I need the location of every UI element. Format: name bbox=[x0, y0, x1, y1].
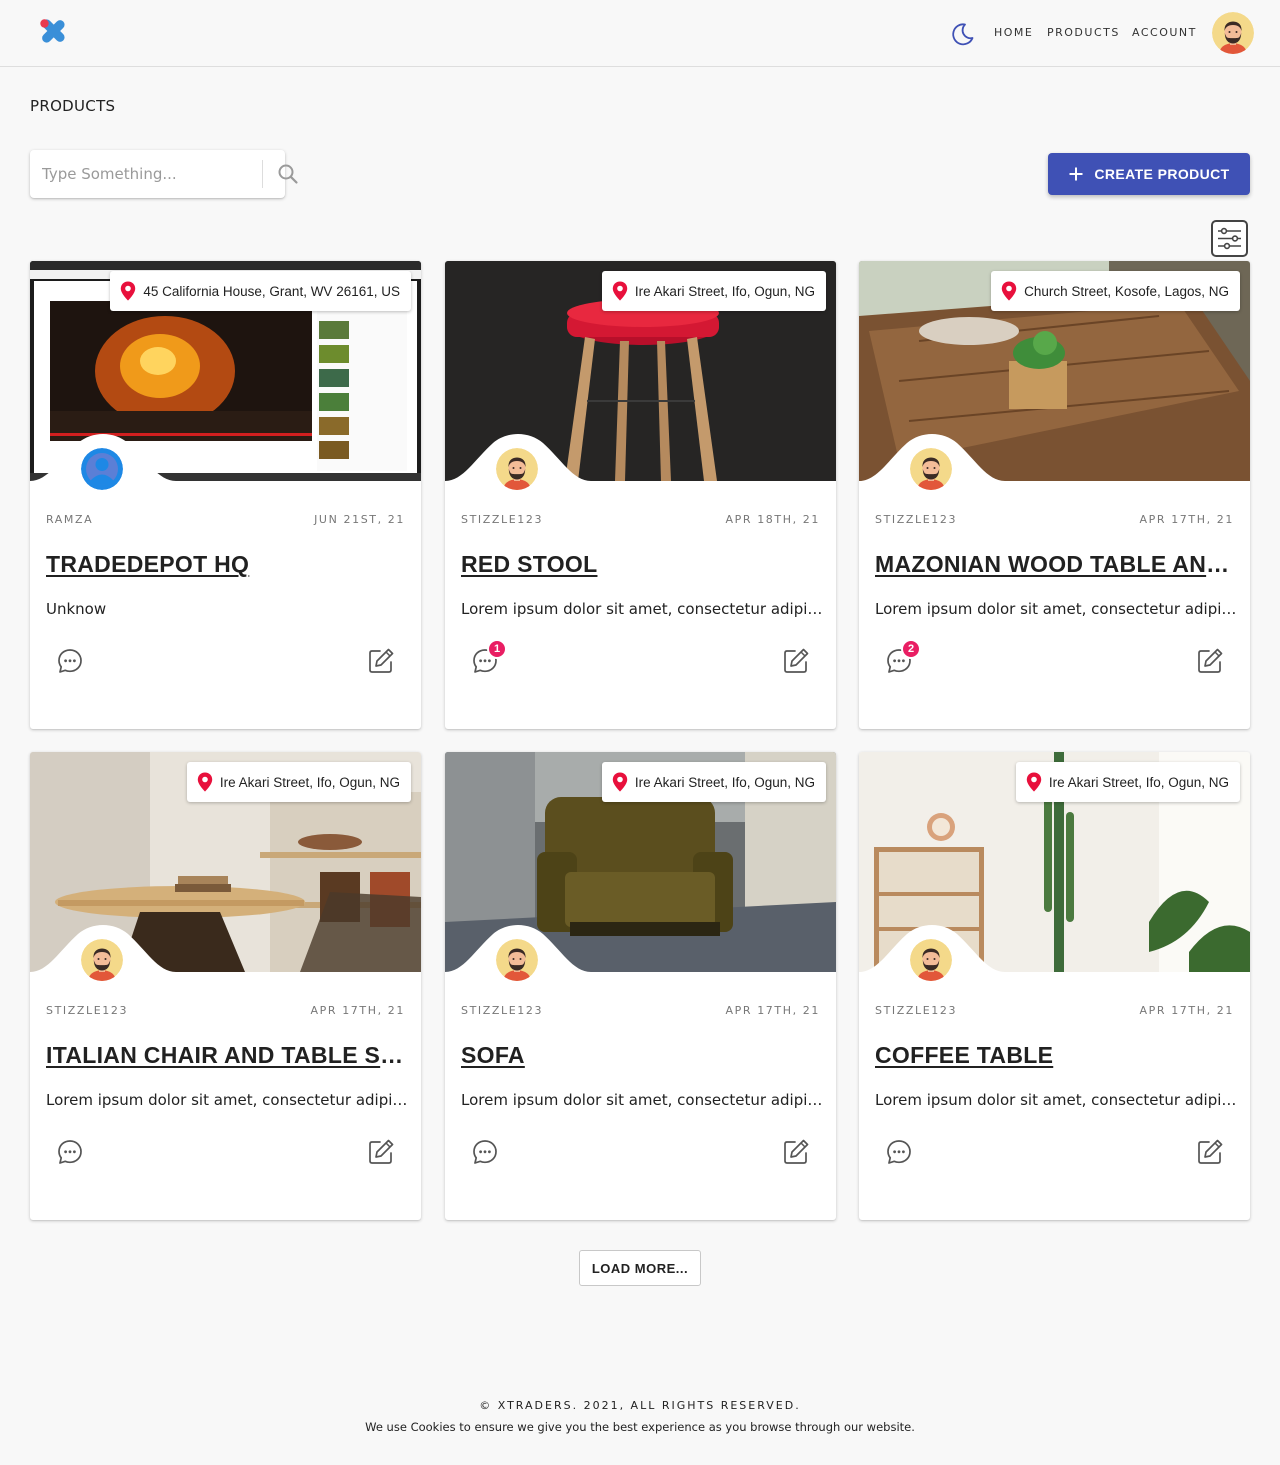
search-icon[interactable] bbox=[276, 162, 300, 186]
user-avatar[interactable] bbox=[1212, 12, 1254, 54]
location-text: Ire Akari Street, Ifo, Ogun, NG bbox=[634, 774, 815, 790]
author-name: RAMZA bbox=[46, 513, 94, 526]
author-name: STIZZLE123 bbox=[461, 513, 544, 526]
nav-products-link[interactable]: PRODUCTS bbox=[1047, 26, 1120, 39]
x-logo-icon[interactable] bbox=[38, 18, 68, 44]
edit-icon[interactable] bbox=[365, 1136, 397, 1168]
product-card: Ire Akari Street, Ifo, Ogun, NG STIZZLE1… bbox=[30, 752, 421, 1220]
nav-home-link[interactable]: HOME bbox=[994, 26, 1033, 39]
location-chip[interactable]: 45 California House, Grant, WV 26161, US bbox=[110, 271, 411, 311]
avatar-icon bbox=[910, 448, 952, 490]
post-date: APR 17TH, 21 bbox=[310, 1004, 405, 1017]
product-card: Ire Akari Street, Ifo, Ogun, NG STIZZLE1… bbox=[445, 261, 836, 729]
product-image[interactable]: Ire Akari Street, Ifo, Ogun, NG bbox=[859, 752, 1250, 972]
product-image[interactable]: Church Street, Kosofe, Lagos, NG bbox=[859, 261, 1250, 481]
edit-icon[interactable] bbox=[1194, 1136, 1226, 1168]
map-pin-icon bbox=[1026, 772, 1042, 792]
product-image[interactable]: Ire Akari Street, Ifo, Ogun, NG bbox=[445, 752, 836, 972]
product-image[interactable]: 45 California House, Grant, WV 26161, US bbox=[30, 261, 421, 481]
nav-account-link[interactable]: ACCOUNT bbox=[1132, 26, 1197, 39]
product-description: Lorem ipsum dolor sit amet, consectetur … bbox=[46, 1091, 408, 1109]
author-name: STIZZLE123 bbox=[461, 1004, 544, 1017]
moon-icon[interactable] bbox=[949, 21, 975, 47]
post-date: APR 17TH, 21 bbox=[1139, 1004, 1234, 1017]
author-name: STIZZLE123 bbox=[46, 1004, 129, 1017]
author-avatar[interactable] bbox=[910, 448, 952, 490]
comment-count-badge: 1 bbox=[487, 639, 507, 659]
product-description: Lorem ipsum dolor sit amet, consectetur … bbox=[461, 600, 823, 618]
product-description: Unknow bbox=[46, 600, 107, 618]
post-date: JUN 21ST, 21 bbox=[314, 513, 405, 526]
avatar-icon bbox=[1212, 12, 1254, 54]
location-chip[interactable]: Ire Akari Street, Ifo, Ogun, NG bbox=[601, 762, 826, 802]
product-description: Lorem ipsum dolor sit amet, consectetur … bbox=[461, 1091, 823, 1109]
search-input[interactable] bbox=[42, 162, 232, 186]
author-name: STIZZLE123 bbox=[875, 1004, 958, 1017]
location-chip[interactable]: Church Street, Kosofe, Lagos, NG bbox=[991, 271, 1240, 311]
filter-button[interactable] bbox=[1211, 220, 1248, 257]
product-image[interactable]: Ire Akari Street, Ifo, Ogun, NG bbox=[30, 752, 421, 972]
product-description: Lorem ipsum dolor sit amet, consectetur … bbox=[875, 1091, 1237, 1109]
product-title[interactable]: ITALIAN CHAIR AND TABLE SET bbox=[46, 1042, 408, 1069]
user-placeholder-icon bbox=[81, 448, 123, 490]
load-more-button[interactable]: LOAD MORE... bbox=[579, 1250, 701, 1286]
product-title[interactable]: MAZONIAN WOOD TABLE AND CHAIRS bbox=[875, 551, 1237, 578]
product-title[interactable]: SOFA bbox=[461, 1042, 823, 1069]
top-navbar: HOME PRODUCTS ACCOUNT bbox=[0, 0, 1280, 67]
map-pin-icon bbox=[612, 281, 628, 301]
location-chip[interactable]: Ire Akari Street, Ifo, Ogun, NG bbox=[1015, 762, 1240, 802]
author-avatar[interactable] bbox=[81, 939, 123, 981]
author-avatar[interactable] bbox=[496, 939, 538, 981]
post-date: APR 17TH, 21 bbox=[725, 1004, 820, 1017]
location-chip[interactable]: Ire Akari Street, Ifo, Ogun, NG bbox=[186, 762, 411, 802]
author-name: STIZZLE123 bbox=[875, 513, 958, 526]
location-text: Ire Akari Street, Ifo, Ogun, NG bbox=[219, 774, 400, 790]
map-pin-icon bbox=[197, 772, 213, 792]
product-card: Ire Akari Street, Ifo, Ogun, NG STIZZLE1… bbox=[859, 752, 1250, 1220]
product-card: Church Street, Kosofe, Lagos, NG STIZZLE… bbox=[859, 261, 1250, 729]
footer-copyright: © XTRADERS. 2021, ALL RIGHTS RESERVED. bbox=[479, 1399, 801, 1412]
avatar-icon bbox=[910, 939, 952, 981]
location-text: Church Street, Kosofe, Lagos, NG bbox=[1024, 283, 1229, 299]
avatar-icon bbox=[496, 939, 538, 981]
comment-icon[interactable] bbox=[54, 645, 86, 677]
comment-count-badge: 2 bbox=[901, 639, 921, 659]
post-date: APR 18TH, 21 bbox=[725, 513, 820, 526]
edit-icon[interactable] bbox=[780, 645, 812, 677]
location-text: 45 California House, Grant, WV 26161, US bbox=[143, 283, 400, 299]
plus-icon bbox=[1069, 167, 1083, 181]
product-title[interactable]: RED STOOL bbox=[461, 551, 823, 578]
author-avatar[interactable] bbox=[910, 939, 952, 981]
map-pin-icon bbox=[1001, 281, 1017, 301]
edit-icon[interactable] bbox=[365, 645, 397, 677]
avatar-icon bbox=[81, 939, 123, 981]
create-product-label: CREATE PRODUCT bbox=[1094, 166, 1230, 182]
product-card: Ire Akari Street, Ifo, Ogun, NG STIZZLE1… bbox=[445, 752, 836, 1220]
author-avatar[interactable] bbox=[81, 448, 123, 490]
location-text: Ire Akari Street, Ifo, Ogun, NG bbox=[1048, 774, 1229, 790]
product-title[interactable]: TRADEDEPOT HQ bbox=[46, 551, 408, 578]
product-image[interactable]: Ire Akari Street, Ifo, Ogun, NG bbox=[445, 261, 836, 481]
product-card: 45 California House, Grant, WV 26161, US… bbox=[30, 261, 421, 729]
create-product-button[interactable]: CREATE PRODUCT bbox=[1048, 153, 1250, 195]
sliders-icon bbox=[1218, 227, 1241, 250]
author-avatar[interactable] bbox=[496, 448, 538, 490]
comment-icon[interactable] bbox=[54, 1136, 86, 1168]
map-pin-icon bbox=[121, 281, 136, 301]
search-divider bbox=[262, 160, 263, 188]
edit-icon[interactable] bbox=[780, 1136, 812, 1168]
location-chip[interactable]: Ire Akari Street, Ifo, Ogun, NG bbox=[601, 271, 826, 311]
location-text: Ire Akari Street, Ifo, Ogun, NG bbox=[634, 283, 815, 299]
map-pin-icon bbox=[612, 772, 628, 792]
search-box bbox=[30, 150, 298, 198]
avatar-icon bbox=[496, 448, 538, 490]
post-date: APR 17TH, 21 bbox=[1139, 513, 1234, 526]
page-title: PRODUCTS bbox=[30, 97, 116, 115]
footer-cookie-notice: We use Cookies to ensure we give you the… bbox=[365, 1420, 915, 1434]
edit-icon[interactable] bbox=[1194, 645, 1226, 677]
comment-icon[interactable] bbox=[883, 1136, 915, 1168]
product-title[interactable]: COFFEE TABLE bbox=[875, 1042, 1237, 1069]
comment-icon[interactable] bbox=[469, 1136, 501, 1168]
product-description: Lorem ipsum dolor sit amet, consectetur … bbox=[875, 600, 1237, 618]
